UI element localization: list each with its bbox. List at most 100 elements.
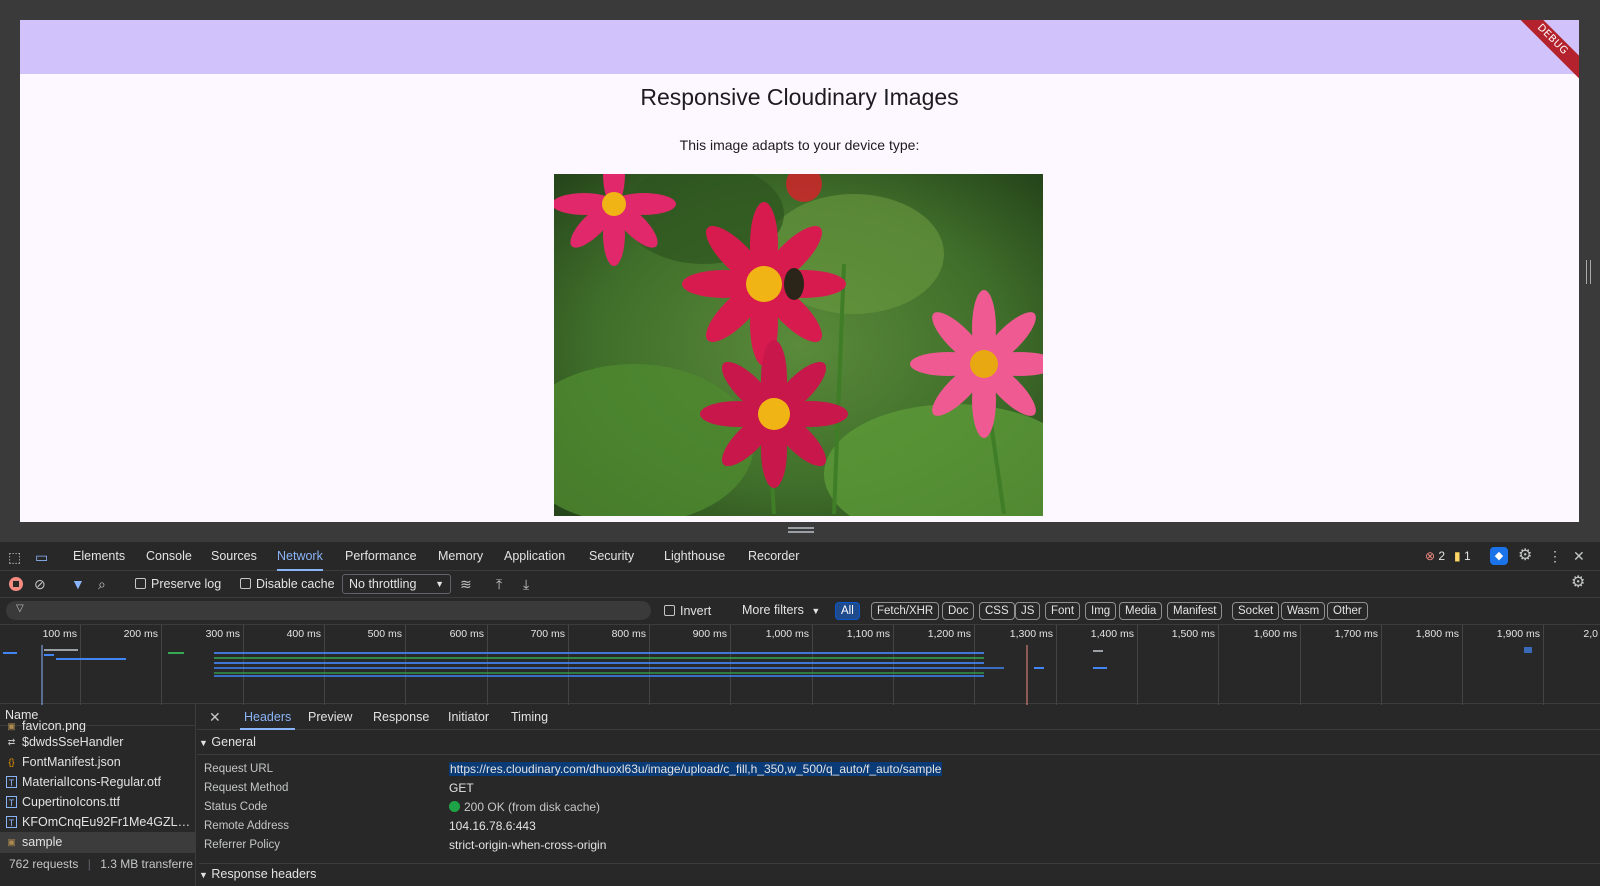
request-row[interactable]: {} FontManifest.json [0, 752, 196, 772]
tab-timing[interactable]: Timing [511, 704, 548, 730]
request-bar [1093, 667, 1107, 669]
stop-square [13, 581, 19, 587]
settings-gear-icon[interactable]: ⚙ [1518, 548, 1532, 564]
tab-initiator[interactable]: Initiator [448, 704, 489, 730]
search-icon[interactable]: ⌕ [98, 576, 106, 592]
more-filters-label: More filters [742, 603, 804, 617]
warning-count: 1 [1463, 549, 1471, 563]
error-count: 2 [1438, 549, 1446, 563]
tab-application[interactable]: Application [504, 542, 565, 571]
record-stop-icon[interactable] [9, 577, 23, 591]
filter-chip-font[interactable]: Font [1045, 602, 1081, 620]
request-name: MaterialIcons-Regular.otf [22, 775, 161, 789]
tab-headers[interactable]: Headers [240, 704, 296, 730]
clear-icon[interactable]: ⊘ [34, 576, 46, 592]
close-detail-icon[interactable]: ✕ [209, 709, 221, 725]
request-name: favicon.png [22, 720, 86, 732]
more-options-icon[interactable]: ⋮ [1548, 548, 1562, 564]
remote-address-key: Remote Address [204, 820, 290, 832]
inspect-element-icon[interactable]: ⬚ [8, 549, 21, 565]
referrer-policy-value: strict-origin-when-cross-origin [449, 838, 607, 852]
status-success-icon [449, 801, 460, 812]
filter-chip-socket[interactable]: Socket [1232, 602, 1280, 620]
request-bar [214, 662, 984, 664]
request-bar [3, 652, 17, 654]
filter-chip-doc[interactable]: Doc [942, 602, 975, 620]
page-title: Responsive Cloudinary Images [640, 84, 959, 110]
close-devtools-icon[interactable]: ✕ [1573, 548, 1585, 564]
error-counter[interactable]: ⊗ 2 [1425, 549, 1445, 563]
general-section-title: General [211, 735, 256, 749]
divider [197, 754, 1600, 755]
tab-lighthouse[interactable]: Lighthouse [664, 542, 725, 571]
transferred-size: 1.3 MB transferre [100, 857, 193, 871]
request-row[interactable]: ▣ favicon.png [0, 720, 196, 732]
checkbox-box [664, 605, 675, 616]
filter-chip-all[interactable]: All [835, 602, 860, 620]
checkbox-box [240, 578, 251, 589]
page-subtitle: This image adapts to your device type: [679, 137, 920, 153]
filter-chip-css[interactable]: CSS [979, 602, 1015, 620]
filter-chip-manifest[interactable]: Manifest [1167, 602, 1223, 620]
more-filters-dropdown[interactable]: More filters ▼ [742, 603, 820, 617]
tab-network[interactable]: Network [277, 542, 323, 571]
tab-preview[interactable]: Preview [308, 704, 352, 730]
request-row[interactable]: T MaterialIcons-Regular.otf [0, 772, 196, 792]
referrer-policy-key: Referrer Policy [204, 839, 281, 851]
filter-chip-wasm[interactable]: Wasm [1281, 602, 1326, 620]
request-list: Name ▣ favicon.png ⇄ $dwdsSseHandler {} … [0, 704, 196, 886]
filter-icon[interactable]: ▼ [71, 576, 85, 592]
request-bar [44, 649, 78, 651]
eventsource-icon: ⇄ [7, 737, 16, 747]
filter-input[interactable]: ▽ [6, 601, 651, 620]
network-settings-gear-icon[interactable]: ⚙ [1571, 575, 1585, 591]
request-bar [214, 657, 984, 659]
device-toolbar-icon[interactable]: ▭ [35, 549, 48, 565]
ai-assistance-icon[interactable]: ◆ [1490, 547, 1508, 565]
viewport-resize-handle[interactable] [788, 527, 814, 533]
chevron-down-icon: ▼ [811, 606, 821, 616]
disable-cache-checkbox[interactable]: Disable cache [240, 577, 335, 591]
tab-security[interactable]: Security [589, 542, 634, 571]
tab-performance[interactable]: Performance [345, 542, 417, 571]
status-code-key: Status Code [204, 801, 268, 813]
tab-memory[interactable]: Memory [438, 542, 483, 571]
response-headers-section-header[interactable]: ▼ Response headers [199, 863, 1600, 883]
general-section-header[interactable]: ▼ General [199, 732, 256, 752]
request-url-value[interactable]: https://res.cloudinary.com/dhuoxl63u/ima… [449, 762, 943, 776]
preserve-log-checkbox[interactable]: Preserve log [135, 577, 221, 591]
warning-counter[interactable]: ▮ 1 [1454, 549, 1471, 563]
filter-chip-js[interactable]: JS [1015, 602, 1041, 620]
tab-console[interactable]: Console [146, 542, 192, 571]
warning-icon: ▮ [1454, 549, 1461, 563]
request-row[interactable]: T CupertinoIcons.ttf [0, 792, 196, 812]
request-row[interactable]: ⇄ $dwdsSseHandler [0, 732, 196, 752]
side-resize-handle[interactable] [1586, 260, 1591, 284]
tab-recorder[interactable]: Recorder [748, 542, 799, 571]
request-row[interactable]: T KFOmCnqEu92Fr1Me4GZLC... [0, 812, 196, 832]
tab-response[interactable]: Response [373, 704, 429, 730]
import-har-icon[interactable]: ⤒ [496, 576, 502, 592]
response-headers-title: Response headers [211, 867, 317, 881]
filter-chip-img[interactable]: Img [1085, 602, 1117, 620]
filter-chip-other[interactable]: Other [1327, 602, 1368, 620]
waterfall-overview [3, 645, 1532, 705]
tab-sources[interactable]: Sources [211, 542, 257, 571]
request-bar [1093, 650, 1103, 652]
request-method-value: GET [449, 781, 474, 795]
invert-checkbox[interactable]: Invert [664, 604, 711, 618]
filter-chip-media[interactable]: Media [1119, 602, 1163, 620]
request-row-selected[interactable]: ▣ sample [0, 832, 196, 852]
network-overview-timeline[interactable]: 100 ms 200 ms 300 ms 400 ms 500 ms 600 ms 700 … [0, 624, 1600, 705]
font-file-icon: T [6, 796, 17, 808]
tab-elements[interactable]: Elements [73, 542, 125, 571]
request-bar [1524, 647, 1532, 653]
filter-chip-fetch-xhr[interactable]: Fetch/XHR [871, 602, 940, 620]
network-conditions-icon[interactable]: ≋ [460, 576, 472, 592]
request-name: $dwdsSseHandler [22, 735, 124, 749]
request-bar [56, 658, 126, 660]
throttling-select[interactable]: No throttling ▼ [342, 574, 451, 594]
preserve-log-label: Preserve log [151, 577, 222, 591]
export-har-icon[interactable]: ⤓ [523, 576, 529, 592]
filter-bar: ▽ Invert More filters ▼ All Fetch/XHR Do… [0, 598, 1600, 624]
